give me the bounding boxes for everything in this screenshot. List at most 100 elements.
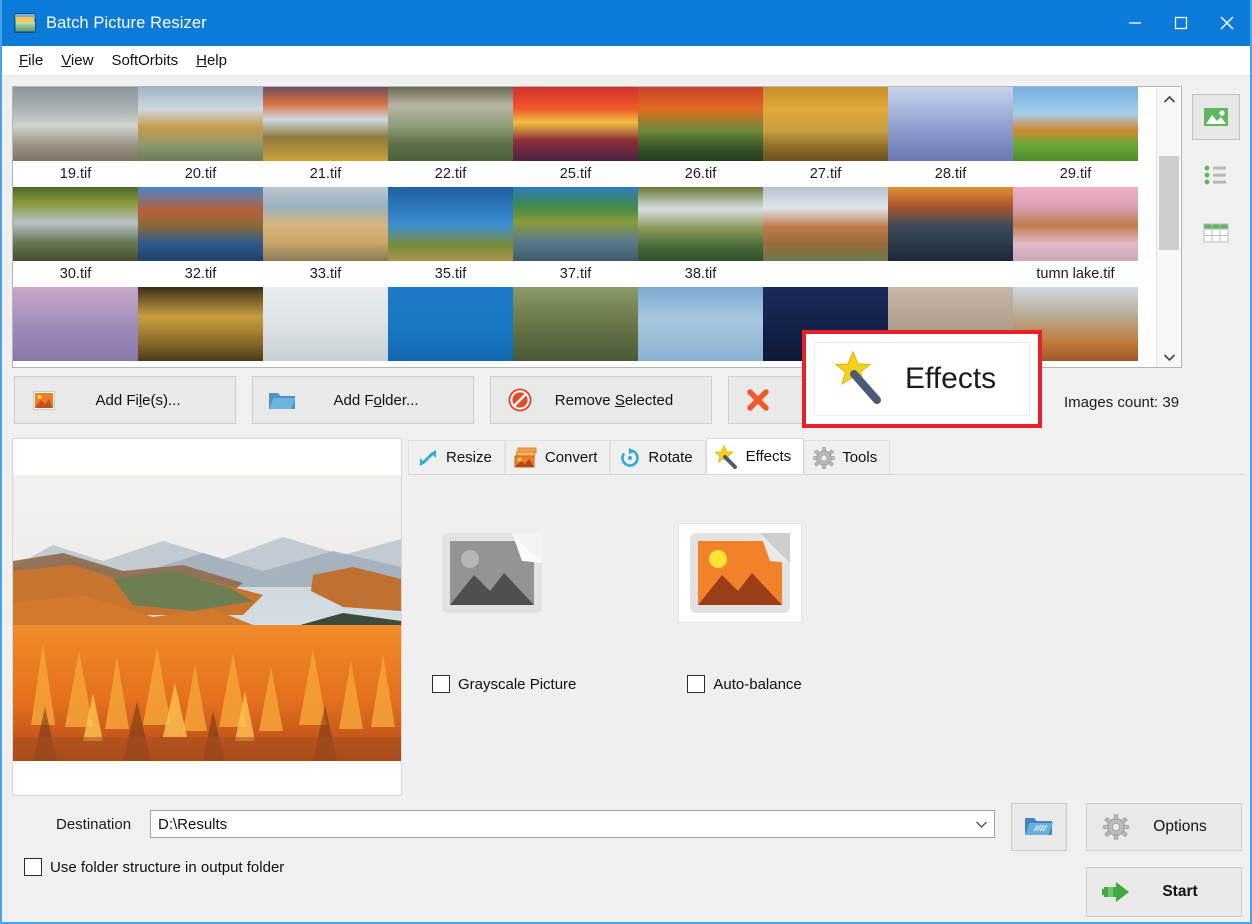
thumbnail-label: 22.tif — [435, 161, 466, 187]
thumbnail-item[interactable]: 20.tif — [138, 161, 263, 261]
grayscale-picture-button[interactable] — [430, 523, 554, 623]
thumbnail-item[interactable]: 14.tif — [763, 86, 888, 161]
thumbnail-item[interactable]: 19.tif — [13, 161, 138, 261]
scrollbar-thumb[interactable] — [1159, 156, 1179, 250]
thumbnail-image[interactable] — [513, 287, 638, 361]
thumbnail-item[interactable]: 30.tif — [13, 261, 138, 361]
thumbnail-scrollbar[interactable] — [1156, 88, 1180, 368]
tab-effects[interactable]: Effects — [706, 438, 805, 474]
tab-effects-label: Effects — [746, 448, 792, 465]
thumbnail-item[interactable]: 35.tif — [388, 261, 513, 361]
auto-balance-checkbox[interactable]: Auto-balance — [687, 675, 801, 693]
thumbnail-item[interactable]: 10.tif — [388, 86, 513, 161]
thumbnail-image[interactable] — [263, 187, 388, 261]
thumbnail-item[interactable]: 37.tif — [513, 261, 638, 361]
start-button[interactable]: Start — [1086, 867, 1242, 917]
thumbnail-image[interactable] — [763, 187, 888, 261]
thumbnail-label: 28.tif — [935, 161, 966, 187]
thumbnail-image[interactable] — [138, 287, 263, 361]
thumbnail-item[interactable]: 32.tif — [138, 261, 263, 361]
thumbnail-item[interactable]: 21.tif — [263, 161, 388, 261]
tab-tools[interactable]: Tools — [804, 440, 890, 474]
checkbox-box[interactable] — [432, 675, 450, 693]
thumbnail-item[interactable]: 29.tif — [1013, 161, 1138, 261]
thumbnail-item[interactable]: 33.tif — [263, 261, 388, 361]
thumbnail-item[interactable]: 12.tif — [638, 86, 763, 161]
chevron-down-icon[interactable] — [968, 820, 994, 829]
thumbnail-image[interactable] — [1013, 87, 1138, 161]
maximize-button[interactable] — [1158, 0, 1204, 46]
add-files-button[interactable]: Add File(s)... — [14, 376, 236, 424]
thumbnail-image[interactable] — [388, 287, 513, 361]
thumbnail-item[interactable]: 28.tif — [888, 161, 1013, 261]
menu-view-label: iew — [71, 52, 94, 69]
thumbnail-image[interactable] — [513, 87, 638, 161]
checkbox-box[interactable] — [24, 858, 42, 876]
thumbnail-item[interactable]: 27.tif — [763, 161, 888, 261]
window-controls — [1112, 0, 1250, 46]
thumbnail-image[interactable] — [138, 187, 263, 261]
thumbnail-image[interactable] — [13, 187, 138, 261]
thumbnail-item[interactable]: 5.tif — [13, 86, 138, 161]
thumbnail-item[interactable]: 7.tif — [263, 86, 388, 161]
thumbnail-image[interactable] — [263, 287, 388, 361]
destination-value[interactable]: D:\Results — [151, 816, 968, 833]
thumbnail-item[interactable]: 38.tif — [638, 261, 763, 361]
grayscale-picture-checkbox[interactable]: Grayscale Picture — [432, 675, 576, 693]
view-mode-thumbnail-button[interactable] — [1192, 94, 1240, 140]
thumbnail-item[interactable]: 6.tif — [138, 86, 263, 161]
minimize-button[interactable] — [1112, 0, 1158, 46]
thumbnail-image[interactable] — [1013, 187, 1138, 261]
thumbnail-item[interactable]: 18.tif — [1013, 86, 1138, 161]
thumbnail-image[interactable] — [888, 87, 1013, 161]
checkbox-box[interactable] — [687, 675, 705, 693]
browse-destination-button[interactable] — [1011, 803, 1067, 851]
menu-view[interactable]: View — [52, 49, 102, 72]
tab-rotate[interactable]: Rotate — [610, 440, 705, 474]
tab-convert-label: Convert — [545, 449, 598, 466]
thumbnail-image[interactable] — [638, 87, 763, 161]
thumbnail-item[interactable]: 22.tif — [388, 161, 513, 261]
effects-highlight-popup[interactable]: Effects — [802, 330, 1042, 428]
thumbnail-image[interactable] — [763, 87, 888, 161]
remove-selected-button[interactable]: Remove Selected — [490, 376, 712, 424]
auto-balance-button[interactable] — [678, 523, 802, 623]
thumbnail-item[interactable]: 17.tif — [888, 86, 1013, 161]
thumbnail-image[interactable] — [13, 287, 138, 361]
thumbnail-item[interactable]: 11.tif — [513, 86, 638, 161]
magic-wand-icon — [715, 445, 739, 469]
thumbnail-image[interactable] — [388, 87, 513, 161]
use-folder-structure-label: Use folder structure in output folder — [50, 859, 284, 876]
thumbnail-image[interactable] — [888, 187, 1013, 261]
tab-resize[interactable]: Resize — [408, 440, 505, 474]
thumbnail-image[interactable] — [513, 187, 638, 261]
add-files-label: Add File(s)... — [63, 392, 235, 409]
add-folder-button[interactable]: Add Folder... — [252, 376, 474, 424]
thumbnail-label: 32.tif — [185, 261, 216, 287]
effects-tab-body: Grayscale Picture Auto-balance — [408, 474, 1244, 796]
thumbnail-label: 37.tif — [560, 261, 591, 287]
menu-file[interactable]: File — [10, 49, 52, 72]
close-button[interactable] — [1204, 0, 1250, 46]
scroll-up-button[interactable] — [1157, 88, 1181, 110]
thumbnail-item[interactable]: 26.tif — [638, 161, 763, 261]
menu-help[interactable]: Help — [187, 49, 236, 72]
thumbnail-image[interactable] — [263, 87, 388, 161]
thumbnail-item[interactable]: 25.tif — [513, 161, 638, 261]
scroll-down-button[interactable] — [1157, 346, 1181, 368]
destination-combobox[interactable]: D:\Results — [150, 810, 995, 838]
thumbnail-list-panel[interactable]: 5.tif6.tif7.tif10.tif11.tif12.tif14.tif1… — [12, 86, 1182, 368]
details-view-icon — [1202, 221, 1230, 245]
thumbnail-image[interactable] — [388, 187, 513, 261]
view-mode-list-button[interactable] — [1192, 152, 1240, 198]
thumbnail-image[interactable] — [13, 87, 138, 161]
resize-icon — [417, 447, 439, 469]
options-button[interactable]: Options — [1086, 803, 1242, 851]
tab-convert[interactable]: Convert — [505, 440, 611, 474]
menu-softorbits[interactable]: SoftOrbits — [102, 49, 187, 72]
view-mode-details-button[interactable] — [1192, 210, 1240, 256]
thumbnail-image[interactable] — [138, 87, 263, 161]
use-folder-structure-checkbox[interactable]: Use folder structure in output folder — [24, 858, 284, 876]
thumbnail-image[interactable] — [638, 287, 763, 361]
thumbnail-image[interactable] — [638, 187, 763, 261]
